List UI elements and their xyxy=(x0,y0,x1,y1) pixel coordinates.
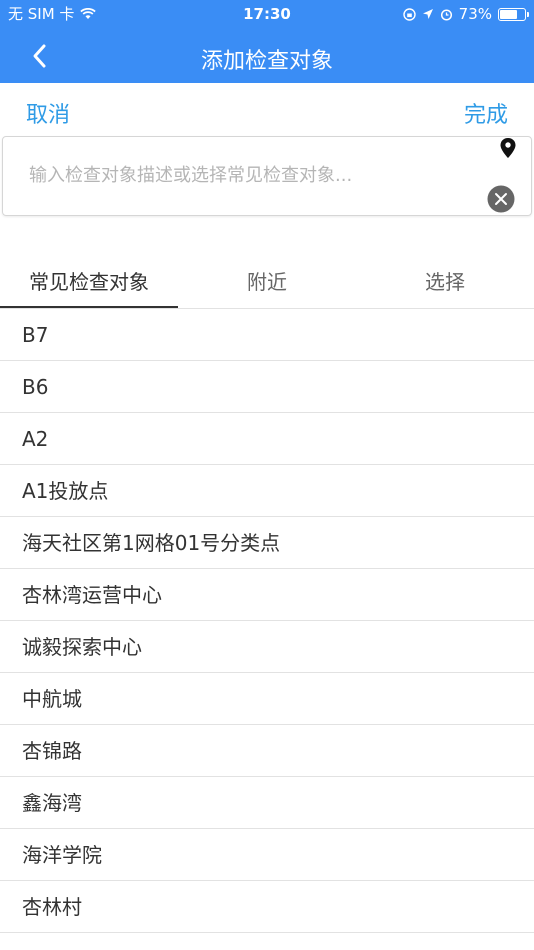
tab-common-objects[interactable]: 常见检查对象 xyxy=(0,266,178,295)
status-right: 73% xyxy=(402,0,529,28)
list-item[interactable]: 鑫海湾 xyxy=(0,777,534,829)
location-pin-icon[interactable] xyxy=(499,137,517,159)
list-item[interactable]: A1投放点 xyxy=(0,465,534,517)
tab-select[interactable]: 选择 xyxy=(356,266,534,295)
list-item[interactable]: 海洋学院 xyxy=(0,829,534,881)
status-bar: 无 SIM 卡 17:30 73% xyxy=(0,0,534,28)
list-item[interactable]: 中航城 xyxy=(0,673,534,725)
battery-percent: 73% xyxy=(458,5,492,23)
page-title: 添加检查对象 xyxy=(200,49,333,74)
location-arrow-icon xyxy=(422,9,433,19)
battery-fill xyxy=(500,9,517,19)
search-placeholder: 输入检查对象描述或选择常见检查对象... xyxy=(29,165,353,186)
list-item[interactable]: 杏林村 xyxy=(0,881,534,933)
battery-icon xyxy=(498,7,529,21)
list-item[interactable]: 诚毅探索中心 xyxy=(0,621,534,673)
object-list: B7 B6 A2 A1投放点 海天社区第1网格01号分类点 杏林湾运营中心 诚毅… xyxy=(0,309,534,933)
list-item[interactable]: A2 xyxy=(0,413,534,465)
list-item[interactable]: 杏林湾运营中心 xyxy=(0,569,534,621)
done-button[interactable]: 完成 xyxy=(464,97,508,129)
search-input[interactable]: 输入检查对象描述或选择常见检查对象... xyxy=(2,136,532,216)
header: 无 SIM 卡 17:30 73% 添加检查对象 xyxy=(0,0,534,83)
action-row: 取消 完成 xyxy=(0,83,534,135)
lock-rotation-icon xyxy=(402,7,416,21)
clear-icon[interactable] xyxy=(487,185,515,213)
list-item[interactable]: 海天社区第1网格01号分类点 xyxy=(0,517,534,569)
cancel-button[interactable]: 取消 xyxy=(26,97,70,129)
list-item[interactable]: B7 xyxy=(0,309,534,361)
tab-bar: 常见检查对象 附近 选择 xyxy=(0,256,534,308)
list-item[interactable]: B6 xyxy=(0,361,534,413)
tab-nearby[interactable]: 附近 xyxy=(178,266,356,295)
list-item[interactable]: 杏锦路 xyxy=(0,725,534,777)
alarm-icon xyxy=(440,8,452,21)
